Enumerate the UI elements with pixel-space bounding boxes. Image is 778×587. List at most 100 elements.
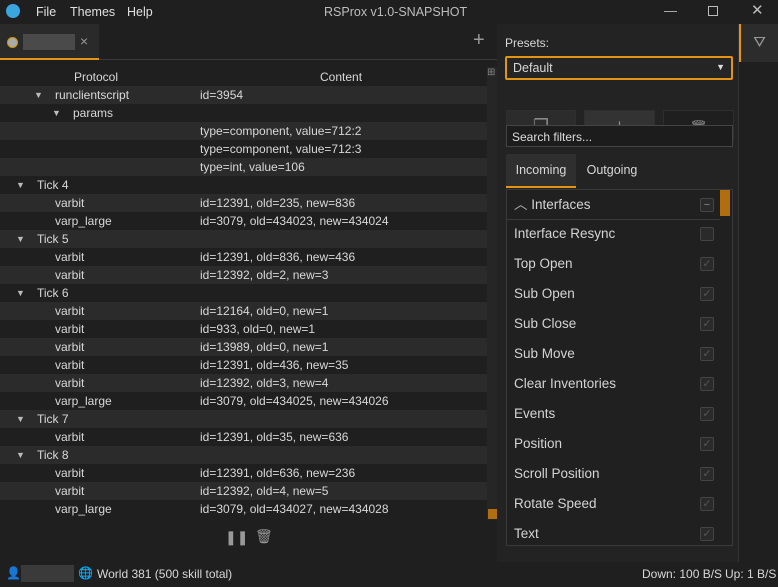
table-row[interactable]: varp_large id=3079, old=434027, new=43402… (0, 500, 487, 518)
table-row[interactable]: ▼ Tick 5 (0, 230, 487, 248)
menu-themes[interactable]: Themes (70, 5, 115, 19)
table-row[interactable]: varbit id=933, old=0, new=1 (0, 320, 487, 338)
session-tab[interactable]: × (0, 24, 99, 60)
row-protocol: varbit (55, 376, 85, 390)
scrollbar-thumb[interactable] (488, 509, 497, 519)
user-icon: 👤 (6, 566, 21, 580)
search-filters-input[interactable]: Search filters... (506, 125, 733, 147)
tab-incoming[interactable]: Incoming (506, 154, 576, 188)
table-row[interactable]: ▼ Tick 7 (0, 410, 487, 428)
table-row[interactable]: varp_large id=3079, old=434023, new=43402… (0, 212, 487, 230)
close-tab-icon[interactable]: × (80, 33, 88, 49)
filter-checkbox[interactable]: ✓ (700, 467, 714, 481)
filter-checkbox[interactable]: ✓ (700, 317, 714, 331)
row-protocol: varp_large (55, 394, 112, 408)
filter-label: Sub Open (514, 286, 575, 301)
row-content: id=3079, old=434025, new=434026 (200, 394, 389, 408)
clear-trash-icon[interactable]: 🗑 (255, 528, 273, 545)
status-bar: 👤 🌐 World 381 (500 skill total) Down: 10… (0, 562, 778, 587)
download-rate: Down: 100 B/S (642, 567, 723, 581)
table-row[interactable]: varp_large id=3079, old=434025, new=43402… (0, 392, 487, 410)
table-row[interactable]: ▼ runclientscript id=3954 (0, 86, 487, 104)
table-row[interactable]: ▼ Tick 4 (0, 176, 487, 194)
filters-panel: Presets: Default ▼ ❐ + 🗑 Search filters.… (497, 24, 738, 562)
table-row[interactable]: type=component, value=712:2 (0, 122, 487, 140)
table-row[interactable]: ▼ Tick 8 (0, 446, 487, 464)
filter-item[interactable]: Scroll Position ✓ (507, 459, 732, 489)
filter-scrollbar-thumb[interactable] (720, 190, 730, 216)
expand-toggle-icon[interactable]: ▼ (16, 446, 25, 464)
row-protocol: varbit (55, 484, 85, 498)
filter-item[interactable]: Sub Close ✓ (507, 309, 732, 339)
avatar-icon (7, 37, 18, 48)
filter-item[interactable]: Rotate Speed ✓ (507, 489, 732, 519)
minimize-icon[interactable]: — (664, 3, 677, 18)
table-row[interactable]: ▼ Tick 6 (0, 284, 487, 302)
menu-file[interactable]: File (36, 5, 56, 19)
table-row[interactable]: varbit id=12164, old=0, new=1 (0, 302, 487, 320)
table-scrollbar[interactable]: ⊞ (487, 67, 497, 520)
row-protocol: varbit (55, 340, 85, 354)
column-header-protocol[interactable]: Protocol (74, 70, 118, 84)
maximize-icon[interactable] (708, 6, 718, 16)
group-checkbox[interactable]: − (700, 198, 714, 212)
table-row[interactable]: type=int, value=106 (0, 158, 487, 176)
filter-label: Sub Close (514, 316, 577, 331)
filter-checkbox[interactable]: ✓ (700, 377, 714, 391)
filter-item[interactable]: Position ✓ (507, 429, 732, 459)
table-row[interactable]: varbit id=12392, old=4, new=5 (0, 482, 487, 500)
table-row[interactable]: varbit id=12391, old=235, new=836 (0, 194, 487, 212)
filter-label: Text (514, 526, 539, 541)
expand-toggle-icon[interactable]: ▼ (16, 284, 25, 302)
filter-icon[interactable]: ⛛ (739, 24, 778, 62)
row-content: id=3079, old=434023, new=434024 (200, 214, 389, 228)
filter-item[interactable]: Clear Inventories ✓ (507, 369, 732, 399)
expand-toggle-icon[interactable]: ▼ (16, 410, 25, 428)
close-window-icon[interactable]: ✕ (751, 1, 764, 19)
table-row[interactable]: varbit id=12392, old=3, new=4 (0, 374, 487, 392)
chevron-up-icon: ︿ (514, 197, 528, 212)
filter-item[interactable]: Top Open ✓ (507, 249, 732, 279)
preset-selected-value: Default (513, 61, 553, 75)
filter-checkbox[interactable] (700, 227, 714, 241)
filter-item[interactable]: Sub Move ✓ (507, 339, 732, 369)
row-protocol: Tick 8 (37, 448, 69, 462)
filter-item[interactable]: Interface Resync (507, 219, 732, 249)
filter-checkbox[interactable]: ✓ (700, 347, 714, 361)
table-row[interactable]: type=component, value=712:3 (0, 140, 487, 158)
column-header-content[interactable]: Content (320, 70, 362, 84)
add-tab-icon[interactable]: + (473, 29, 485, 52)
filter-item[interactable]: Text ✓ (507, 519, 732, 549)
row-content: id=933, old=0, new=1 (200, 322, 316, 336)
table-row[interactable]: varbit id=12392, old=2, new=3 (0, 266, 487, 284)
filter-checkbox[interactable]: ✓ (700, 497, 714, 511)
filter-list: ︿ Interfaces − Interface Resync Top Open ✓… (506, 189, 733, 546)
filter-item[interactable]: Events ✓ (507, 399, 732, 429)
table-row[interactable]: varbit id=12391, old=636, new=236 (0, 464, 487, 482)
menu-help[interactable]: Help (127, 5, 153, 19)
group-interfaces[interactable]: ︿ Interfaces − (507, 190, 720, 220)
table-row[interactable]: varbit id=12391, old=35, new=636 (0, 428, 487, 446)
filter-item[interactable]: Sub Open ✓ (507, 279, 732, 309)
row-content: id=12164, old=0, new=1 (200, 304, 329, 318)
column-chooser-icon[interactable]: ⊞ (487, 67, 497, 81)
filter-checkbox[interactable]: ✓ (700, 527, 714, 541)
row-content: id=12391, old=636, new=236 (200, 466, 356, 480)
filter-checkbox[interactable]: ✓ (700, 407, 714, 421)
table-row[interactable]: varbit id=12391, old=436, new=35 (0, 356, 487, 374)
filter-checkbox[interactable]: ✓ (700, 287, 714, 301)
filter-checkbox[interactable]: ✓ (700, 257, 714, 271)
table-row[interactable]: varbit id=13989, old=0, new=1 (0, 338, 487, 356)
expand-toggle-icon[interactable]: ▼ (16, 176, 25, 194)
expand-toggle-icon[interactable]: ▼ (52, 104, 61, 122)
table-row[interactable]: ▼ params (0, 104, 487, 122)
preset-select[interactable]: Default ▼ (505, 56, 733, 80)
tab-outgoing[interactable]: Outgoing (577, 154, 647, 188)
row-protocol: Tick 5 (37, 232, 69, 246)
table-row[interactable]: varbit id=12391, old=836, new=436 (0, 248, 487, 266)
expand-toggle-icon[interactable]: ▼ (16, 230, 25, 248)
expand-toggle-icon[interactable]: ▼ (34, 86, 43, 104)
pause-icon[interactable]: ❚❚ (225, 529, 248, 546)
filter-checkbox[interactable]: ✓ (700, 437, 714, 451)
row-protocol: varbit (55, 250, 85, 264)
